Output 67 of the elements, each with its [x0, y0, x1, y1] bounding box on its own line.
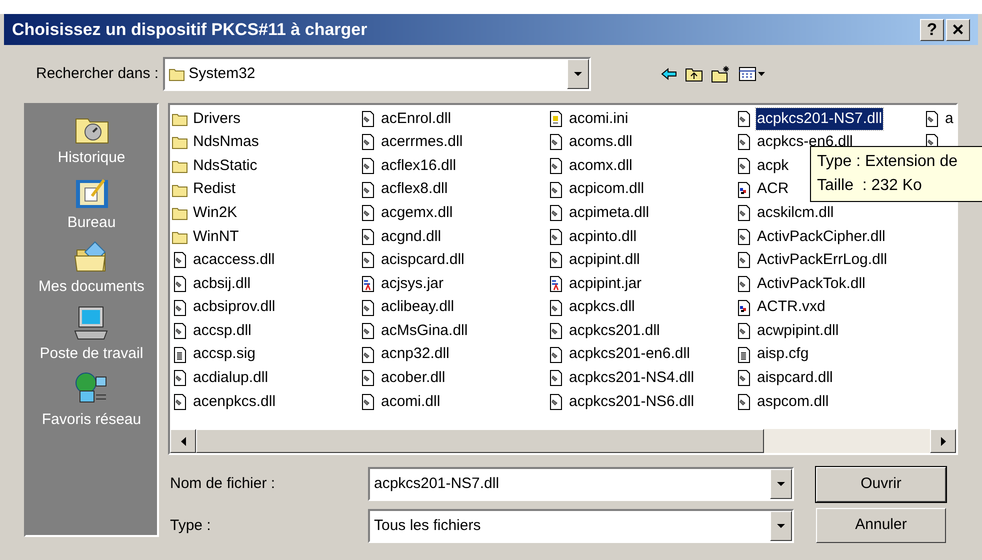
- file-name: acpkcs201-NS6.dll: [568, 392, 696, 412]
- file-name: ActivPackCipher.dll: [756, 226, 886, 247]
- places-label: Favoris réseau: [42, 410, 142, 430]
- file-name: acpkcs201-en6.dll: [568, 344, 691, 364]
- file-name: acwpipint.dll: [756, 320, 840, 341]
- file-name: ACR: [756, 179, 790, 200]
- file-name: acMsGina.dll: [380, 320, 469, 341]
- file-name: acpkcs.dll: [568, 297, 636, 318]
- places-label: Bureau: [67, 212, 116, 232]
- file-name: ActivPackTok.dll: [756, 274, 866, 294]
- file-name: Redist: [192, 179, 237, 200]
- places-label: Historique: [58, 148, 126, 168]
- file-name: acoms.dll: [568, 132, 634, 152]
- file-name: acomi.ini: [568, 108, 630, 129]
- file-name: acenpkcs.dll: [192, 392, 277, 412]
- places-label: Poste de travail: [40, 344, 144, 364]
- file-name: acdialup.dll: [192, 368, 270, 388]
- file-name: acpkcs201-NS4.dll: [568, 368, 696, 388]
- file-name: acnp32.dll: [380, 344, 450, 364]
- window-title: Choisissez un dispositif PKCS#11 à charger: [12, 18, 368, 41]
- file-name: acpkcs201-NS7.dll: [756, 108, 884, 130]
- file-name: acflex16.dll: [380, 156, 458, 176]
- file-name: acomi.dll: [380, 392, 442, 412]
- file-name: acaccess.dll: [192, 250, 276, 270]
- file-name: acispcard.dll: [380, 250, 466, 270]
- file-name: acEnrol.dll: [380, 108, 452, 129]
- file-name: NdsNmas: [192, 132, 260, 152]
- file-name: a: [944, 108, 954, 129]
- file-name: aispcard.dll: [756, 368, 834, 388]
- file-name: Win2K: [192, 202, 238, 223]
- file-name: acober.dll: [380, 368, 446, 388]
- tooltip-line: Taille : 232 Ko: [817, 176, 923, 196]
- file-name: acpkcs201.dll: [568, 320, 661, 341]
- file-name: acpipint.jar: [568, 274, 643, 294]
- file-name: WinNT: [192, 226, 240, 247]
- file-name: acskilcm.dll: [756, 202, 835, 223]
- file-name: acbsij.dll: [192, 274, 252, 294]
- combo-value: acpkcs201-NS7.dll: [373, 474, 500, 494]
- file-name: acgnd.dll: [380, 226, 442, 247]
- file-name: acomx.dll: [568, 156, 634, 176]
- file-name: acpk: [756, 156, 790, 176]
- file-name: acjsys.jar: [380, 274, 445, 294]
- file-name: acgemx.dll: [380, 202, 454, 223]
- file-name: acflex8.dll: [380, 179, 449, 200]
- look-in-label: Rechercher dans :: [36, 64, 159, 84]
- file-name: acerrmes.dll: [380, 132, 464, 152]
- file-name: NdsStatic: [192, 156, 258, 176]
- file-name: aisp.cfg: [756, 344, 810, 364]
- file-name: Drivers: [192, 108, 242, 129]
- file-name: acpimeta.dll: [568, 202, 650, 223]
- combo-value: Tous les fichiers: [373, 516, 482, 536]
- file-name: accsp.sig: [192, 344, 257, 364]
- file-name: acpkcs-en6.dll: [756, 132, 854, 152]
- tooltip-line: Type : Extension de: [817, 152, 959, 172]
- file-name: acbsiprov.dll: [192, 297, 276, 318]
- file-name: aclibeay.dll: [380, 297, 456, 318]
- file-name: acpinto.dll: [568, 226, 638, 247]
- file-name: ACTR.vxd: [756, 297, 826, 318]
- file-name: acpicom.dll: [568, 179, 646, 200]
- file-name: accsp.dll: [192, 320, 252, 341]
- filename-label: Nom de fichier :: [169, 474, 276, 494]
- combo-value: System32: [188, 64, 256, 84]
- places-label: Mes documents: [38, 277, 144, 297]
- file-name: acpipint.dll: [568, 250, 641, 270]
- file-name: aspcom.dll: [756, 392, 830, 412]
- file-name: ActivPackErrLog.dll: [756, 250, 888, 270]
- type-label: Type :: [169, 516, 212, 536]
